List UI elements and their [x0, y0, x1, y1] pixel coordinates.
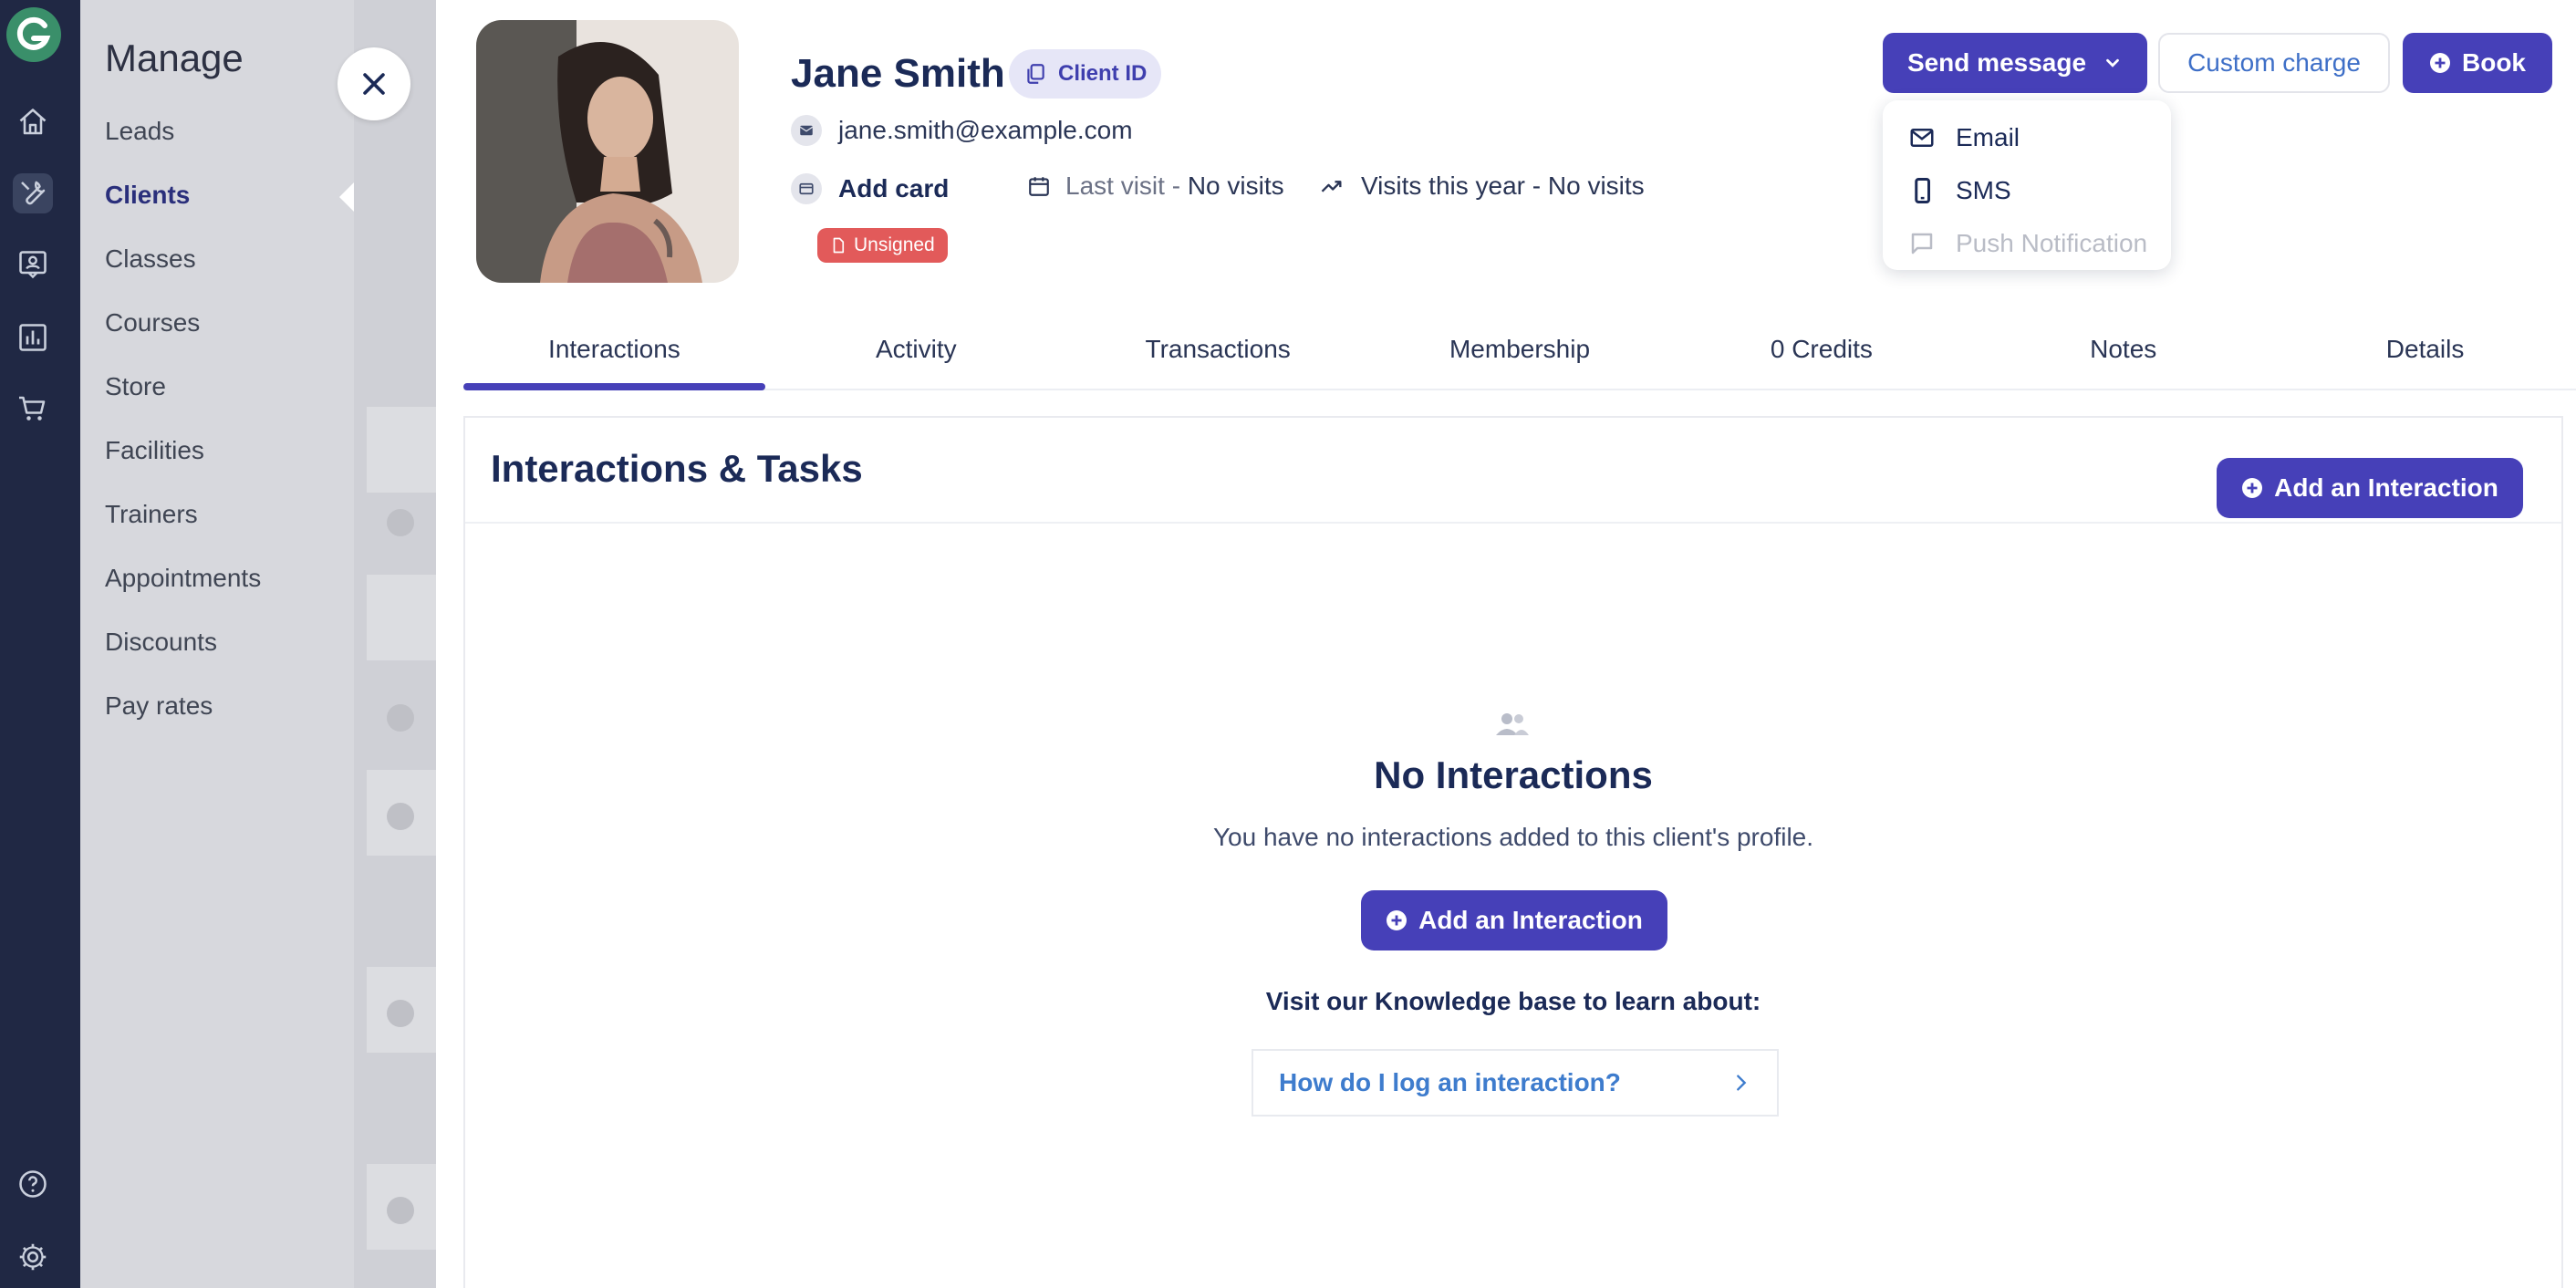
envelope-icon	[791, 115, 822, 146]
chevron-down-icon	[2106, 58, 2119, 68]
menu-item-email[interactable]: Email	[1883, 111, 2171, 164]
tab-details[interactable]: Details	[2274, 319, 2576, 389]
nav-item-appointments[interactable]: Appointments	[105, 558, 261, 622]
add-card-label: Add card	[838, 174, 950, 203]
last-visit-label: Last visit -	[1065, 171, 1188, 200]
calendar-icon	[1029, 177, 1049, 196]
book-label: Book	[2462, 48, 2526, 77]
tab-activity[interactable]: Activity	[765, 319, 1067, 389]
last-visit: Last visit - No visits	[1027, 171, 1284, 201]
menu-item-push-notification: Push Notification	[1883, 217, 2171, 270]
nav-item-clients[interactable]: Clients	[105, 175, 261, 239]
people-icon	[1496, 713, 1529, 735]
menu-item-push-label: Push Notification	[1956, 229, 2148, 257]
empty-state-subtitle: You have no interactions added to this c…	[1212, 823, 1814, 851]
nav-item-store[interactable]: Store	[105, 367, 261, 431]
copy-icon	[1027, 64, 1044, 84]
client-profile-panel: Jane Smith Client ID jane.smith@example.…	[436, 0, 2576, 1288]
cart-icon[interactable]	[13, 389, 53, 429]
nav-item-pay-rates[interactable]: Pay rates	[105, 686, 261, 750]
app-logo[interactable]	[5, 5, 63, 64]
tab-credits[interactable]: 0 Credits	[1670, 319, 1972, 389]
send-message-button[interactable]: Send message	[1883, 33, 2147, 93]
plus-circle-icon	[2430, 53, 2450, 73]
chevron-right-icon	[1737, 1075, 1747, 1091]
nav-item-courses[interactable]: Courses	[105, 303, 261, 367]
unsigned-badge[interactable]: Unsigned	[817, 228, 948, 263]
client-avatar	[476, 20, 739, 283]
gear-icon[interactable]	[13, 1237, 53, 1277]
interactions-title: Interactions & Tasks	[491, 447, 863, 490]
unsigned-label: Unsigned	[854, 234, 935, 255]
client-email[interactable]: jane.smith@example.com	[838, 116, 1133, 145]
close-button[interactable]	[338, 47, 410, 120]
manage-title: Manage	[105, 36, 244, 79]
home-icon[interactable]	[13, 102, 53, 142]
plus-circle-icon	[2242, 478, 2263, 498]
nav-item-facilities[interactable]: Facilities	[105, 431, 261, 494]
tab-notes[interactable]: Notes	[1972, 319, 2274, 389]
trend-icon	[1321, 181, 1342, 192]
nav-item-discounts[interactable]: Discounts	[105, 622, 261, 686]
last-visit-value: No visits	[1187, 171, 1284, 200]
manage-panel: Manage Leads Clients Classes Courses Sto…	[80, 0, 436, 1288]
document-icon	[833, 237, 845, 254]
empty-state-title: No Interactions	[1374, 753, 1653, 796]
tab-transactions[interactable]: Transactions	[1067, 319, 1369, 389]
add-card-button[interactable]: Add card	[791, 173, 949, 204]
menu-item-sms-label: SMS	[1956, 176, 2011, 204]
client-id-label: Client ID	[1058, 61, 1148, 86]
add-interaction-empty-button[interactable]: Add an Interaction	[1361, 890, 1667, 950]
plus-circle-icon	[1387, 910, 1407, 930]
book-button[interactable]: Book	[2403, 33, 2552, 93]
interactions-panel: Interactions & Tasks Add an Interaction …	[463, 416, 2563, 1288]
client-id-button[interactable]: Client ID	[1009, 49, 1162, 99]
add-interaction-button[interactable]: Add an Interaction	[2217, 458, 2523, 518]
knowledge-base-title: Visit our Knowledge base to learn about:	[1265, 987, 1761, 1015]
client-name: Jane Smith	[791, 51, 1005, 96]
nav-item-trainers[interactable]: Trainers	[105, 494, 261, 558]
active-caret	[339, 182, 354, 212]
visits-year-label: Visits this year - No visits	[1361, 171, 1645, 200]
help-icon[interactable]	[13, 1164, 53, 1204]
nav-item-classes[interactable]: Classes	[105, 239, 261, 303]
manage-nav: Leads Clients Classes Courses Store Faci…	[105, 111, 261, 750]
add-interaction-label: Add an Interaction	[2274, 473, 2498, 502]
phone-icon	[1915, 178, 1930, 203]
profile-card-icon[interactable]	[13, 244, 53, 285]
wrench-icon[interactable]	[13, 173, 53, 213]
tab-interactions[interactable]: Interactions	[463, 319, 765, 390]
add-interaction-empty-label: Add an Interaction	[1418, 906, 1643, 934]
profile-tabs: Interactions Activity Transactions Membe…	[463, 319, 2576, 390]
tab-membership[interactable]: Membership	[1369, 319, 1671, 389]
background-list	[354, 0, 436, 1288]
send-message-menu: Email SMS Push Notification	[1883, 100, 2171, 270]
interactions-header: Interactions & Tasks Add an Interaction	[465, 418, 2561, 524]
custom-charge-label: Custom charge	[2187, 48, 2361, 77]
custom-charge-button[interactable]: Custom charge	[2158, 33, 2390, 93]
knowledge-base-link[interactable]: How do I log an interaction?	[1252, 1049, 1779, 1117]
menu-item-sms[interactable]: SMS	[1883, 164, 2171, 217]
menu-item-email-label: Email	[1956, 123, 2020, 151]
mail-icon	[1910, 129, 1934, 147]
send-message-label: Send message	[1906, 48, 2087, 77]
knowledge-base-link-label: How do I log an interaction?	[1279, 1068, 1621, 1096]
bar-chart-icon[interactable]	[13, 317, 53, 358]
visits-this-year: Visits this year - No visits	[1319, 171, 1645, 201]
chat-icon	[1911, 233, 1933, 254]
close-icon	[363, 73, 385, 95]
nav-item-leads[interactable]: Leads	[105, 111, 261, 175]
credit-card-icon	[791, 173, 822, 204]
icon-rail	[0, 0, 80, 1288]
email-row: jane.smith@example.com	[791, 115, 1133, 146]
